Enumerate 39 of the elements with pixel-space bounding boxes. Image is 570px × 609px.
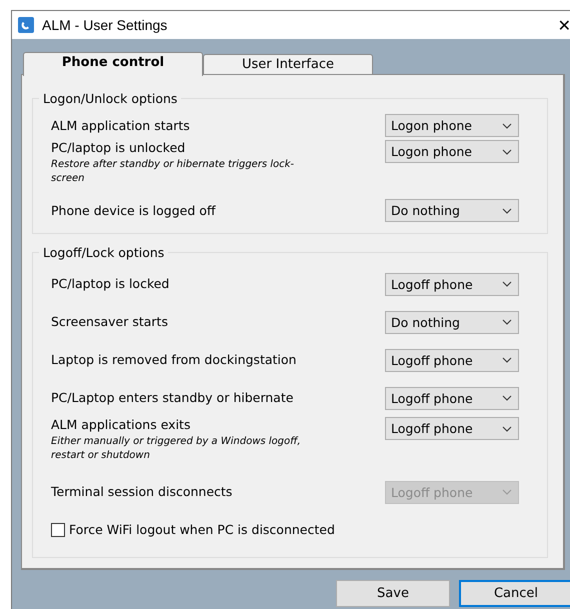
option-label: Phone device is logged off [51, 202, 216, 218]
checkbox-label: Force WiFi logout when PC is disconnected [69, 522, 335, 538]
dropdown[interactable]: Logon phone [385, 140, 519, 163]
dropdown[interactable]: Logoff phone [385, 348, 519, 372]
option-label: ALM applications exits [51, 417, 192, 433]
option-label: ALM application starts [51, 118, 190, 134]
dialog-button[interactable]: Cancel [459, 580, 570, 607]
group-title: Logoff/Lock options [39, 245, 168, 261]
dropdown[interactable]: Logoff phone [385, 417, 519, 440]
chevron-down-icon [502, 281, 512, 287]
phone-icon [18, 17, 34, 33]
option-label: PC/Laptop enters standby or hibernate [51, 390, 294, 406]
dropdown[interactable]: Logoff phone [385, 386, 519, 410]
window-title: ALM - User Settings [42, 17, 168, 33]
chevron-down-icon [502, 208, 512, 214]
group-title: Logon/Unlock options [39, 91, 182, 107]
tab[interactable]: Phone control [23, 52, 203, 76]
chevron-down-icon [502, 148, 512, 154]
dropdown[interactable]: Logon phone [385, 114, 519, 137]
chevron-down-icon [502, 357, 512, 363]
chevron-down-icon [502, 319, 512, 325]
close-button[interactable]: ✕ [558, 16, 570, 34]
option-label: Terminal session disconnects [51, 484, 232, 500]
option-note: Either manually or triggered by a Windows logoff, restart or shutdown [51, 435, 302, 463]
option-note: Restore after standby or hibernate triggers lock-screen [51, 158, 295, 186]
option-label: PC/laptop is unlocked [51, 140, 186, 156]
dropdown[interactable]: Do nothing [385, 310, 519, 334]
option-label: PC/laptop is locked [51, 276, 170, 292]
dropdown[interactable]: Logoff phone [385, 272, 519, 296]
chevron-down-icon [502, 426, 512, 432]
option-label: Screensaver starts [51, 314, 168, 330]
dropdown[interactable]: Do nothing [385, 199, 519, 222]
chevron-down-icon [502, 395, 512, 401]
chevron-down-icon [502, 122, 512, 128]
chevron-down-icon [502, 489, 512, 495]
dialog-button[interactable]: Save [336, 580, 450, 607]
option-label: Laptop is removed from dockingstation [51, 352, 296, 368]
checkbox[interactable] [51, 523, 65, 537]
tab[interactable]: User Interface [203, 54, 373, 74]
